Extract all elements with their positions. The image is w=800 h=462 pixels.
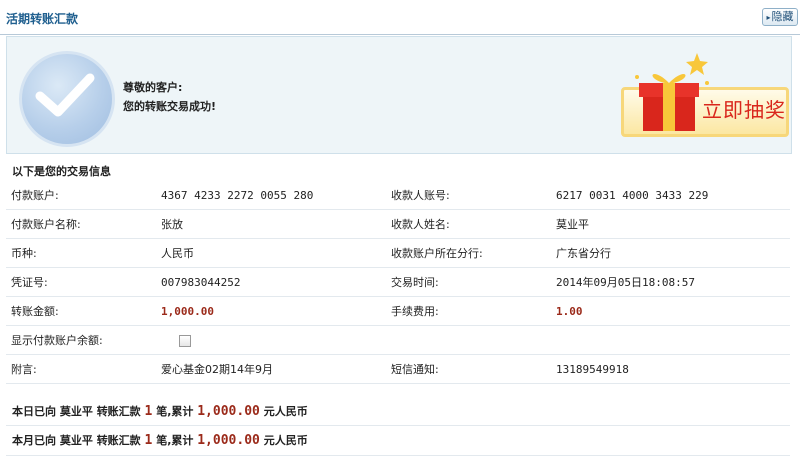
voucher-number-value: 007983044252	[161, 267, 391, 297]
transfer-amount-label: 转账金额:	[6, 296, 161, 326]
success-banner: 尊敬的客户: 您的转账交易成功! 立即抽奖	[6, 36, 792, 154]
transaction-time-label: 交易时间:	[391, 267, 556, 297]
fee-value: 1.00	[556, 296, 790, 326]
currency-label: 币种:	[6, 238, 161, 268]
table-row: 附言: 爱心基金02期14年9月 短信通知: 13189549918	[6, 354, 790, 384]
table-row: 付款账户: 4367 4233 2272 0055 280 收款人账号: 621…	[6, 181, 790, 210]
divider	[6, 455, 790, 456]
play-icon: ▸	[766, 13, 771, 22]
sms-notify-value: 13189549918	[556, 354, 790, 384]
remark-label: 附言:	[6, 354, 161, 384]
payee-name-label: 收款人姓名:	[391, 209, 556, 239]
summary-payee-name: 莫业平	[59, 405, 93, 418]
lottery-label: 立即抽奖	[702, 98, 786, 122]
summary-amount: 1,000.00	[197, 433, 260, 448]
greeting-text: 尊敬的客户:	[123, 81, 183, 94]
lottery-banner[interactable]: 立即抽奖	[615, 43, 789, 141]
show-balance-cell	[161, 325, 391, 355]
hide-label: 隐藏	[771, 10, 794, 23]
monthly-summary: 本月已向 莫业平 转账汇款 1 笔,累计 1,000.00 元人民币	[12, 432, 308, 448]
payer-name-value: 张放	[161, 209, 391, 239]
summary-unit: 笔,累计	[156, 405, 194, 418]
sms-notify-label: 短信通知:	[391, 354, 556, 384]
summary-currency: 元人民币	[263, 405, 308, 418]
payee-account-label: 收款人账号:	[391, 181, 556, 210]
page-title: 活期转账汇款	[6, 12, 79, 26]
table-row: 显示付款账户余额:	[6, 325, 790, 355]
empty-cell	[556, 325, 790, 355]
payee-account-value: 6217 0031 4000 3433 229	[556, 181, 790, 210]
table-row: 凭证号: 007983044252 交易时间: 2014年09月05日18:08…	[6, 267, 790, 297]
transaction-time-value: 2014年09月05日18:08:57	[556, 267, 790, 297]
hide-button[interactable]: ▸隐藏	[762, 8, 798, 26]
fee-label: 手续费用:	[391, 296, 556, 326]
transfer-amount-value: 1,000.00	[161, 296, 391, 326]
payer-name-label: 付款账户名称:	[6, 209, 161, 239]
payer-account-value: 4367 4233 2272 0055 280	[161, 181, 391, 210]
daily-summary: 本日已向 莫业平 转账汇款 1 笔,累计 1,000.00 元人民币	[12, 403, 308, 419]
payer-account-label: 付款账户:	[6, 181, 161, 210]
payee-branch-value: 广东省分行	[556, 238, 790, 268]
table-row: 币种: 人民币 收款账户所在分行: 广东省分行	[6, 238, 790, 268]
top-bar: 活期转账汇款 ▸隐藏	[0, 0, 800, 35]
summary-prefix: 本月已向	[12, 434, 56, 447]
summary-mid: 转账汇款	[96, 434, 141, 447]
summary-amount: 1,000.00	[197, 404, 260, 419]
payee-name-value: 莫业平	[556, 209, 790, 239]
show-balance-checkbox[interactable]	[179, 334, 191, 347]
gift-box-icon	[635, 53, 709, 131]
table-row: 转账金额: 1,000.00 手续费用: 1.00	[6, 296, 790, 326]
success-message: 您的转账交易成功!	[123, 100, 217, 113]
empty-cell	[391, 325, 556, 355]
summary-prefix: 本日已向	[12, 405, 56, 418]
summary-payee-name: 莫业平	[59, 434, 93, 447]
currency-value: 人民币	[161, 238, 391, 268]
payee-branch-label: 收款账户所在分行:	[391, 238, 556, 268]
summary-count: 1	[144, 404, 153, 419]
transaction-info-table: 付款账户: 4367 4233 2272 0055 280 收款人账号: 621…	[6, 181, 790, 384]
show-balance-label: 显示付款账户余额:	[6, 325, 161, 355]
summary-mid: 转账汇款	[96, 405, 141, 418]
section-title: 以下是您的交易信息	[12, 165, 111, 178]
summary-unit: 笔,累计	[156, 434, 194, 447]
summary-count: 1	[144, 433, 153, 448]
table-row: 付款账户名称: 张放 收款人姓名: 莫业平	[6, 209, 790, 239]
remark-value: 爱心基金02期14年9月	[161, 354, 391, 384]
voucher-number-label: 凭证号:	[6, 267, 161, 297]
divider	[6, 425, 790, 426]
success-check-icon	[19, 51, 115, 147]
summary-currency: 元人民币	[263, 434, 308, 447]
